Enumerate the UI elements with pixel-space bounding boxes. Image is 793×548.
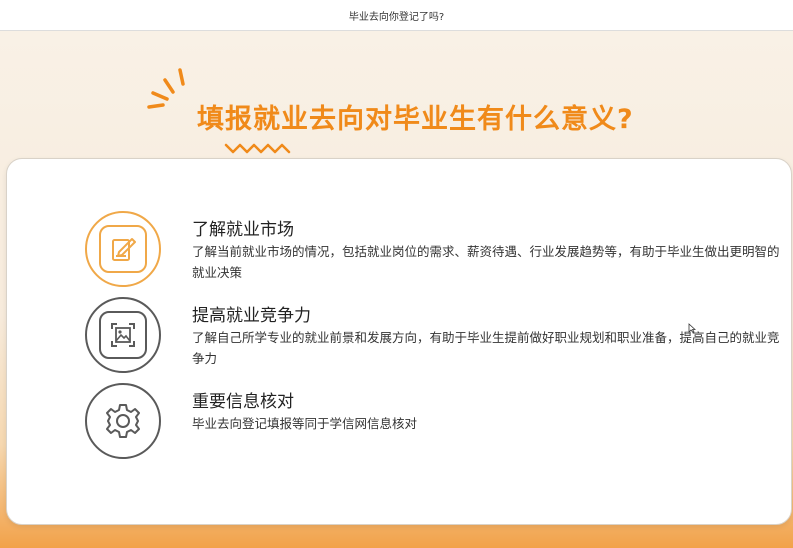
item-description: 了解自己所学专业的就业前景和发展方向，有助于毕业生提前做好职业规划和职业准备，提… [192,330,780,366]
gear-icon [106,404,140,438]
zigzag-decoration-icon [224,143,291,154]
content-card: 了解就业市场 了解当前就业市场的情况，包括就业岗位的需求、薪资待遇、行业发展趋势… [6,158,792,525]
item-title: 重要信息核对 [192,392,294,412]
icon-badge [85,383,161,459]
item-description: 毕业去向登记填报等同于学信网信息核对 [192,416,418,431]
icon-badge [85,297,161,373]
icon-badge [85,211,161,287]
list-item-market: 了解就业市场 了解当前就业市场的情况，包括就业岗位的需求、薪资待遇、行业发展趋势… [7,211,791,301]
list-item-info-check: 重要信息核对 毕业去向登记填报等同于学信网信息核对 [7,383,791,473]
mouse-cursor-icon [688,323,696,333]
window-title: 毕业去向你登记了吗? [348,11,445,23]
document-pen-icon [112,238,136,261]
item-title: 提高就业竞争力 [192,306,311,326]
image-frame-icon [111,323,135,347]
item-title: 了解就业市场 [192,220,294,240]
item-description: 了解当前就业市场的情况，包括就业岗位的需求、薪资待遇、行业发展趋势等，有助于毕业… [192,244,780,280]
slide-heading: 填报就业去向对毕业生有什么意义? [197,104,634,135]
slide: 填报就业去向对毕业生有什么意义? 了解就业市场 了解当前就业市场的情况，包括就业… [0,31,793,548]
list-item-competitiveness: 提高就业竞争力 了解自己所学专业的就业前景和发展方向，有助于毕业生提前做好职业规… [7,297,791,387]
window-title-bar: 毕业去向你登记了吗? [0,0,793,31]
sparkle-decoration-icon [147,68,185,109]
